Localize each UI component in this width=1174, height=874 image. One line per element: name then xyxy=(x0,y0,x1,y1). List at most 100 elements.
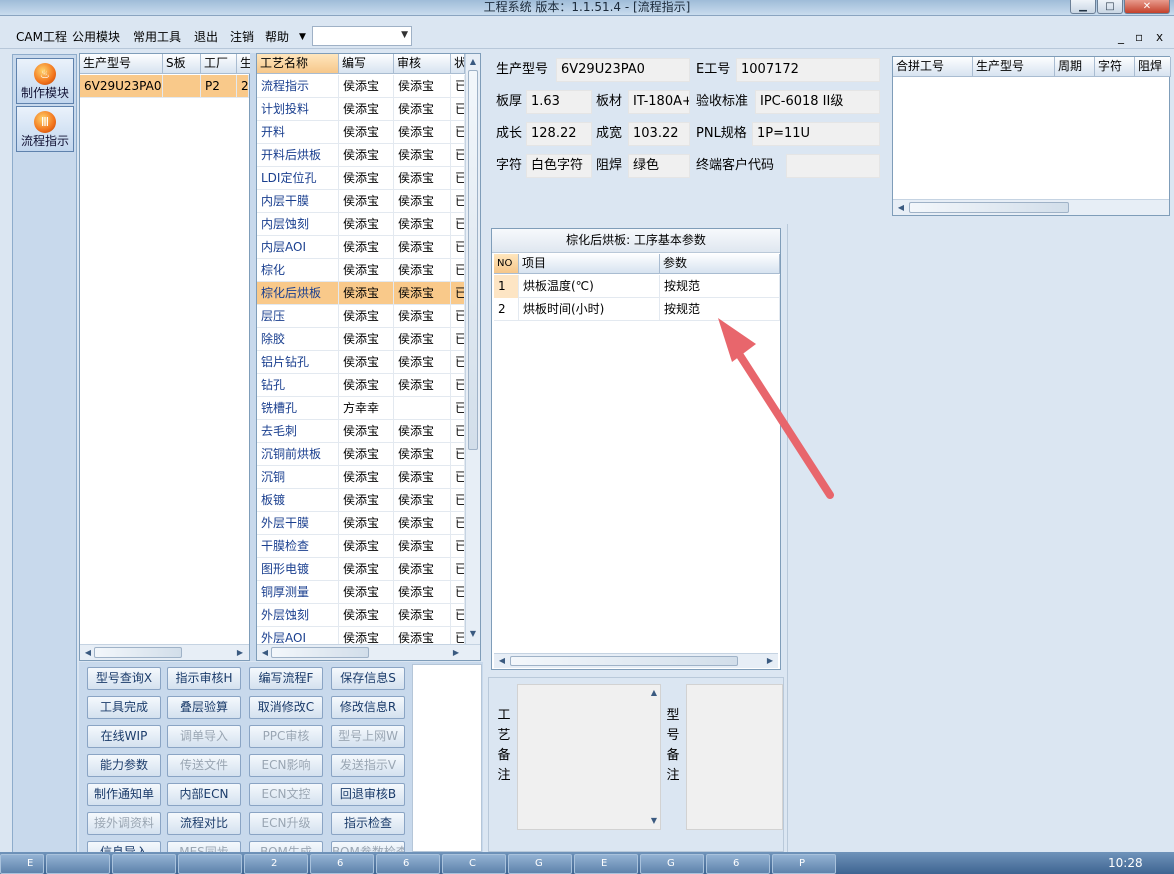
table-row[interactable]: 除胶侯添宝侯添宝已 xyxy=(257,328,465,351)
action-button[interactable]: 叠层验算 xyxy=(167,696,241,719)
table-row[interactable]: 层压侯添宝侯添宝已 xyxy=(257,305,465,328)
action-button[interactable]: 回退审核B xyxy=(331,783,405,806)
chevron-down-icon[interactable]: ▼ xyxy=(299,29,306,45)
taskbar-item[interactable]: E xyxy=(574,854,638,874)
col-header[interactable]: S板 xyxy=(163,54,201,74)
table-row[interactable]: 板镀侯添宝侯添宝已 xyxy=(257,489,465,512)
table-row[interactable]: 铝片钻孔侯添宝侯添宝已 xyxy=(257,351,465,374)
mdi-restore-icon[interactable]: ▫ xyxy=(1135,30,1143,44)
table-row[interactable]: 开料侯添宝侯添宝已 xyxy=(257,121,465,144)
table-row[interactable]: 内层AOI侯添宝侯添宝已 xyxy=(257,236,465,259)
action-button[interactable]: 在线WIP xyxy=(87,725,161,748)
horizontal-scrollbar[interactable]: ◀ ▶ xyxy=(257,644,480,660)
col-header[interactable]: 字符 xyxy=(1095,57,1135,77)
taskbar-item[interactable]: P xyxy=(772,854,836,874)
action-button[interactable]: ECN文控 xyxy=(249,783,323,806)
table-row[interactable]: 图形电镀侯添宝侯添宝已 xyxy=(257,558,465,581)
table-row[interactable]: 沉铜侯添宝侯添宝已 xyxy=(257,466,465,489)
scroll-thumb[interactable] xyxy=(909,202,1069,213)
field-pnl[interactable]: 1P=11U xyxy=(752,122,880,146)
action-button[interactable]: 流程对比 xyxy=(167,812,241,835)
scroll-right-icon[interactable]: ▶ xyxy=(764,655,776,667)
action-button[interactable]: 内部ECN xyxy=(167,783,241,806)
action-button[interactable]: 工具完成 xyxy=(87,696,161,719)
scroll-right-icon[interactable]: ▶ xyxy=(234,647,246,659)
action-button[interactable]: 能力参数 xyxy=(87,754,161,777)
scroll-left-icon[interactable]: ◀ xyxy=(496,655,508,667)
nav-make-module[interactable]: ♨ 制作模块 xyxy=(16,58,74,104)
col-header[interactable]: NO xyxy=(494,254,519,274)
table-row[interactable]: 内层蚀刻侯添宝侯添宝已 xyxy=(257,213,465,236)
taskbar-item[interactable]: 6 xyxy=(310,854,374,874)
table-row[interactable]: 6V29U23PA0 P2 2 xyxy=(80,75,249,98)
col-header[interactable]: 工厂 xyxy=(201,54,237,74)
col-header[interactable]: 生产型号 xyxy=(973,57,1055,77)
action-button[interactable]: 修改信息R xyxy=(331,696,405,719)
field-thickness[interactable]: 1.63 xyxy=(526,90,592,114)
table-row[interactable]: 钻孔侯添宝侯添宝已 xyxy=(257,374,465,397)
table-row[interactable]: 外层干膜侯添宝侯添宝已 xyxy=(257,512,465,535)
taskbar-item[interactable]: 2 xyxy=(244,854,308,874)
scroll-down-icon[interactable]: ▼ xyxy=(648,815,660,827)
taskbar-item[interactable]: G xyxy=(508,854,572,874)
field-length[interactable]: 128.22 xyxy=(526,122,592,146)
table-row[interactable]: 流程指示侯添宝侯添宝已 xyxy=(257,75,465,98)
table-row[interactable]: 外层蚀刻侯添宝侯添宝已 xyxy=(257,604,465,627)
field-e-no[interactable]: 1007172 xyxy=(736,58,880,82)
menu-logout[interactable]: 注销 xyxy=(230,29,254,45)
menu-tools[interactable]: 常用工具 xyxy=(133,29,181,45)
menu-public[interactable]: 公用模块 xyxy=(72,29,120,45)
action-button[interactable]: 型号查询X xyxy=(87,667,161,690)
action-button[interactable]: 指示审核H xyxy=(167,667,241,690)
action-button[interactable]: 传送文件 xyxy=(167,754,241,777)
table-row[interactable]: LDI定位孔侯添宝侯添宝已 xyxy=(257,167,465,190)
action-button[interactable]: PPC审核 xyxy=(249,725,323,748)
action-button[interactable]: 保存信息S xyxy=(331,667,405,690)
menu-exit[interactable]: 退出 xyxy=(194,29,218,45)
action-button[interactable]: 指示检查 xyxy=(331,812,405,835)
col-header[interactable]: 状 xyxy=(451,54,465,74)
action-button[interactable]: 编写流程F xyxy=(249,667,323,690)
table-row[interactable]: 沉铜前烘板侯添宝侯添宝已 xyxy=(257,443,465,466)
table-row[interactable]: 棕化后烘板侯添宝侯添宝已 xyxy=(257,282,465,305)
horizontal-scrollbar[interactable]: ◀ xyxy=(893,199,1169,215)
taskbar-item[interactable]: G xyxy=(640,854,704,874)
table-row[interactable]: 铜厚测量侯添宝侯添宝已 xyxy=(257,581,465,604)
table-row[interactable]: 棕化侯添宝侯添宝已 xyxy=(257,259,465,282)
chevron-down-icon[interactable]: ▼ xyxy=(401,30,408,40)
col-header[interactable]: 工艺名称 xyxy=(257,54,339,74)
action-button[interactable]: ECN升级 xyxy=(249,812,323,835)
action-button[interactable]: 型号上网W xyxy=(331,725,405,748)
col-header[interactable]: 周期 xyxy=(1055,57,1095,77)
table-row[interactable]: 去毛刺侯添宝侯添宝已 xyxy=(257,420,465,443)
table-row[interactable]: 内层干膜侯添宝侯添宝已 xyxy=(257,190,465,213)
taskbar-item[interactable]: C xyxy=(442,854,506,874)
table-row[interactable]: 计划投料侯添宝侯添宝已 xyxy=(257,98,465,121)
scroll-thumb[interactable] xyxy=(94,647,182,658)
maximize-icon[interactable]: □ xyxy=(1097,0,1123,14)
table-row[interactable]: 开料后烘板侯添宝侯添宝已 xyxy=(257,144,465,167)
col-header[interactable]: 参数 xyxy=(660,254,780,274)
field-char[interactable]: 白色字符 xyxy=(526,154,592,178)
col-header[interactable]: 阻焊 xyxy=(1135,57,1171,77)
table-row[interactable]: 铣槽孔方幸幸 已 xyxy=(257,397,465,420)
taskbar-item[interactable] xyxy=(46,854,110,874)
col-header[interactable]: 合拼工号 xyxy=(893,57,973,77)
action-button[interactable]: 接外调资料 xyxy=(87,812,161,835)
horizontal-scrollbar[interactable]: ◀ ▶ xyxy=(80,644,249,660)
action-button[interactable]: 制作通知单 xyxy=(87,783,161,806)
field-mask[interactable]: 绿色 xyxy=(628,154,690,178)
nav-flow-indicator[interactable]: Ⅲ 流程指示 xyxy=(16,106,74,152)
action-button[interactable]: 发送指示V xyxy=(331,754,405,777)
col-header[interactable]: 生 xyxy=(237,54,251,74)
action-button[interactable]: 取消修改C xyxy=(249,696,323,719)
scroll-up-icon[interactable]: ▲ xyxy=(467,56,479,68)
scroll-up-icon[interactable]: ▲ xyxy=(648,687,660,699)
action-button[interactable]: 调单导入 xyxy=(167,725,241,748)
scroll-thumb[interactable] xyxy=(271,647,369,658)
action-button[interactable]: ECN影响 xyxy=(249,754,323,777)
scroll-right-icon[interactable]: ▶ xyxy=(450,647,462,659)
col-header[interactable]: 编写 xyxy=(339,54,394,74)
vertical-scrollbar[interactable]: ▲ ▼ xyxy=(465,54,480,644)
col-header[interactable]: 审核 xyxy=(394,54,451,74)
